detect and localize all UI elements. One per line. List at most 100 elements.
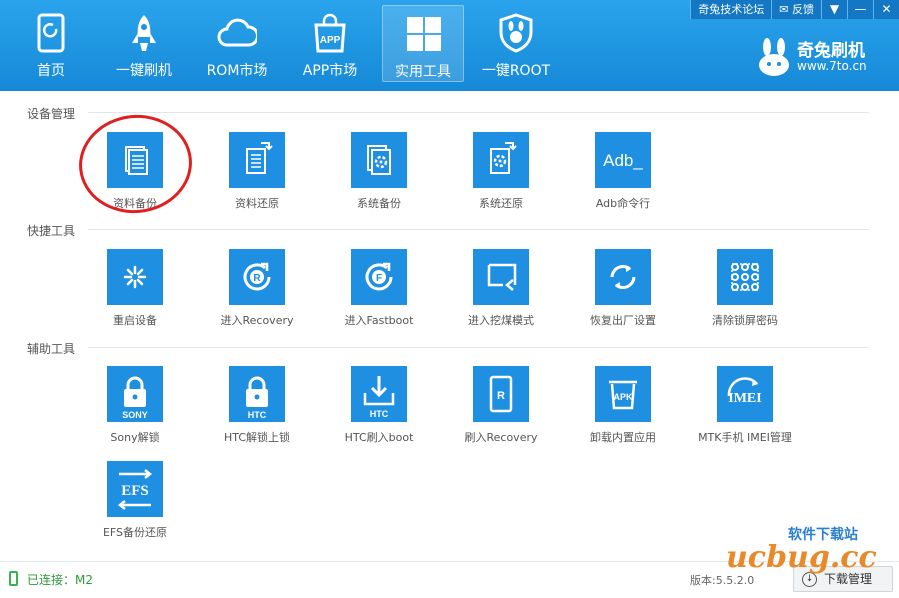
svg-text:HTC: HTC: [370, 409, 389, 419]
shopping-bag-icon: APP: [314, 13, 346, 53]
svg-text:IMEI: IMEI: [728, 391, 761, 406]
nav-utility-tools[interactable]: 实用工具: [382, 5, 464, 82]
tile-label: 恢复出厂设置: [590, 314, 656, 327]
rocket-icon: [132, 15, 156, 51]
tile-enter-fastboot[interactable]: F 进入Fastboot: [329, 249, 429, 333]
tile-label: 重启设备: [113, 314, 157, 327]
tile-htc-unlock-relock[interactable]: HTC HTC解锁上锁: [207, 366, 307, 450]
svg-text:R: R: [497, 390, 505, 402]
nav-one-click-root[interactable]: 一键ROOT: [475, 5, 557, 82]
tile-label: Sony解锁: [110, 431, 160, 444]
nav-label: APP市场: [302, 63, 358, 79]
section-title-device-management: 设备管理: [27, 107, 76, 121]
nav-label: 一键ROOT: [481, 63, 551, 79]
svg-text:Adb_: Adb_: [603, 151, 643, 170]
brand-url: www.7to.cn: [797, 59, 867, 73]
nav-rom-market[interactable]: ROM市场: [196, 5, 278, 82]
system-backup-icon: [367, 145, 391, 175]
adb-terminal-icon: Adb_: [603, 151, 643, 170]
tile-label: 刷入Recovery: [464, 431, 538, 444]
brand-logo: 奇兔刷机 www.7to.cn: [757, 36, 885, 80]
tile-label: 卸载内置应用: [590, 431, 656, 444]
menu-button[interactable]: ▼: [821, 0, 847, 19]
watermark-domain: ucbug.cc: [726, 540, 877, 575]
tile-data-restore[interactable]: 资料还原: [207, 132, 307, 216]
nav-one-click-flash[interactable]: 一键刷机: [103, 5, 185, 82]
htc-lock-icon: HTC: [246, 376, 268, 420]
sony-unlock-icon: SONY: [122, 376, 148, 420]
rabbit-logo-icon: [759, 38, 789, 76]
svg-text:APP: APP: [320, 35, 341, 46]
tile-mtk-imei-manager[interactable]: IMEI MTK手机 IMEI管理: [695, 366, 795, 450]
connected-phone-icon: [9, 571, 18, 586]
flash-recovery-icon: R: [489, 375, 513, 413]
svg-text:EFS: EFS: [121, 483, 149, 499]
svg-text:APK: APK: [613, 392, 633, 402]
tile-label: MTK手机 IMEI管理: [698, 431, 792, 444]
close-button[interactable]: ✕: [873, 0, 899, 19]
tile-label: 进入Fastboot: [344, 314, 414, 327]
fastboot-icon: F: [365, 262, 393, 291]
tile-label: HTC解锁上锁: [223, 431, 291, 444]
tile-label: EFS备份还原: [102, 526, 168, 539]
recovery-icon: R: [243, 262, 271, 291]
tile-enter-recovery[interactable]: R 进入Recovery: [207, 249, 307, 333]
tile-clear-lock-password[interactable]: 清除锁屏密码: [695, 249, 795, 333]
section-title-quick-tools: 快捷工具: [27, 224, 76, 238]
tile-label: 系统还原: [479, 197, 523, 210]
nav-home[interactable]: 首页: [10, 5, 92, 82]
forum-link[interactable]: 奇兔技术论坛: [690, 0, 772, 19]
connection-status: 已连接：M2: [27, 573, 93, 587]
nav-app-market[interactable]: APP APP市场: [289, 5, 371, 82]
tile-system-backup[interactable]: 系统备份: [329, 132, 429, 216]
tile-enter-download-mode[interactable]: 进入挖煤模式: [451, 249, 551, 333]
tile-system-restore[interactable]: 系统还原: [451, 132, 551, 216]
feedback-label: 反馈: [792, 3, 814, 16]
tile-reboot-device[interactable]: 重启设备: [85, 249, 185, 333]
section-divider: [88, 229, 869, 230]
section-title-auxiliary-tools: 辅助工具: [27, 342, 76, 356]
window-controls: 奇兔技术论坛 ✉ 反馈 ▼ — ✕: [690, 0, 899, 19]
nav-label: ROM市场: [206, 63, 268, 79]
mail-icon: ✉: [779, 3, 792, 16]
htc-boot-icon: HTC: [363, 376, 395, 419]
tile-label: HTC刷入boot: [344, 431, 414, 444]
top-navigation-bar: 首页 一键刷机 ROM市场 APP APP市场 实用工具 一键ROOT 奇兔技术…: [0, 0, 899, 91]
svg-text:R: R: [253, 273, 261, 284]
tile-flash-recovery[interactable]: R 刷入Recovery: [451, 366, 551, 450]
reboot-spinner-icon: [123, 265, 147, 289]
tile-efs-backup-restore[interactable]: EFS EFS备份还原: [85, 461, 185, 545]
tile-htc-flash-boot[interactable]: HTC HTC刷入boot: [329, 366, 429, 450]
nav-label: 实用工具: [395, 64, 451, 80]
pattern-lock-icon: [731, 263, 759, 291]
download-mode-icon: [487, 263, 517, 291]
section-divider: [88, 347, 869, 348]
tile-label: 资料还原: [235, 197, 279, 210]
brand-name: 奇兔刷机: [797, 41, 865, 61]
svg-text:F: F: [376, 273, 382, 284]
site-watermark: 软件下载站 ucbug.cc: [706, 520, 896, 584]
tile-factory-reset[interactable]: 恢复出厂设置: [573, 249, 673, 333]
grid-icon: [407, 17, 441, 51]
tile-uninstall-system-apps[interactable]: APK 卸载内置应用: [573, 366, 673, 450]
minimize-button[interactable]: —: [847, 0, 873, 19]
tile-label: 清除锁屏密码: [712, 314, 778, 327]
svg-text:SONY: SONY: [122, 410, 148, 420]
rabbit-shield-icon: [499, 13, 533, 53]
tile-adb-terminal[interactable]: Adb_ Adb命令行: [573, 132, 673, 216]
tile-label: 进入Recovery: [220, 314, 294, 327]
system-restore-icon: [490, 142, 517, 174]
tile-label: 系统备份: [357, 197, 401, 210]
document-restore-icon: [246, 142, 273, 174]
efs-icon: EFS: [117, 469, 153, 510]
uninstall-apk-icon: APK: [609, 380, 637, 410]
section-divider: [88, 112, 869, 113]
tile-sony-unlock[interactable]: SONY Sony解锁: [85, 366, 185, 450]
imei-icon: IMEI: [727, 377, 762, 406]
cloud-icon: [217, 18, 257, 47]
tile-label: Adb命令行: [595, 197, 651, 210]
phone-icon: [37, 13, 65, 53]
feedback-button[interactable]: ✉ 反馈: [771, 0, 821, 19]
nav-label: 首页: [37, 63, 65, 79]
nav-label: 一键刷机: [116, 63, 172, 79]
